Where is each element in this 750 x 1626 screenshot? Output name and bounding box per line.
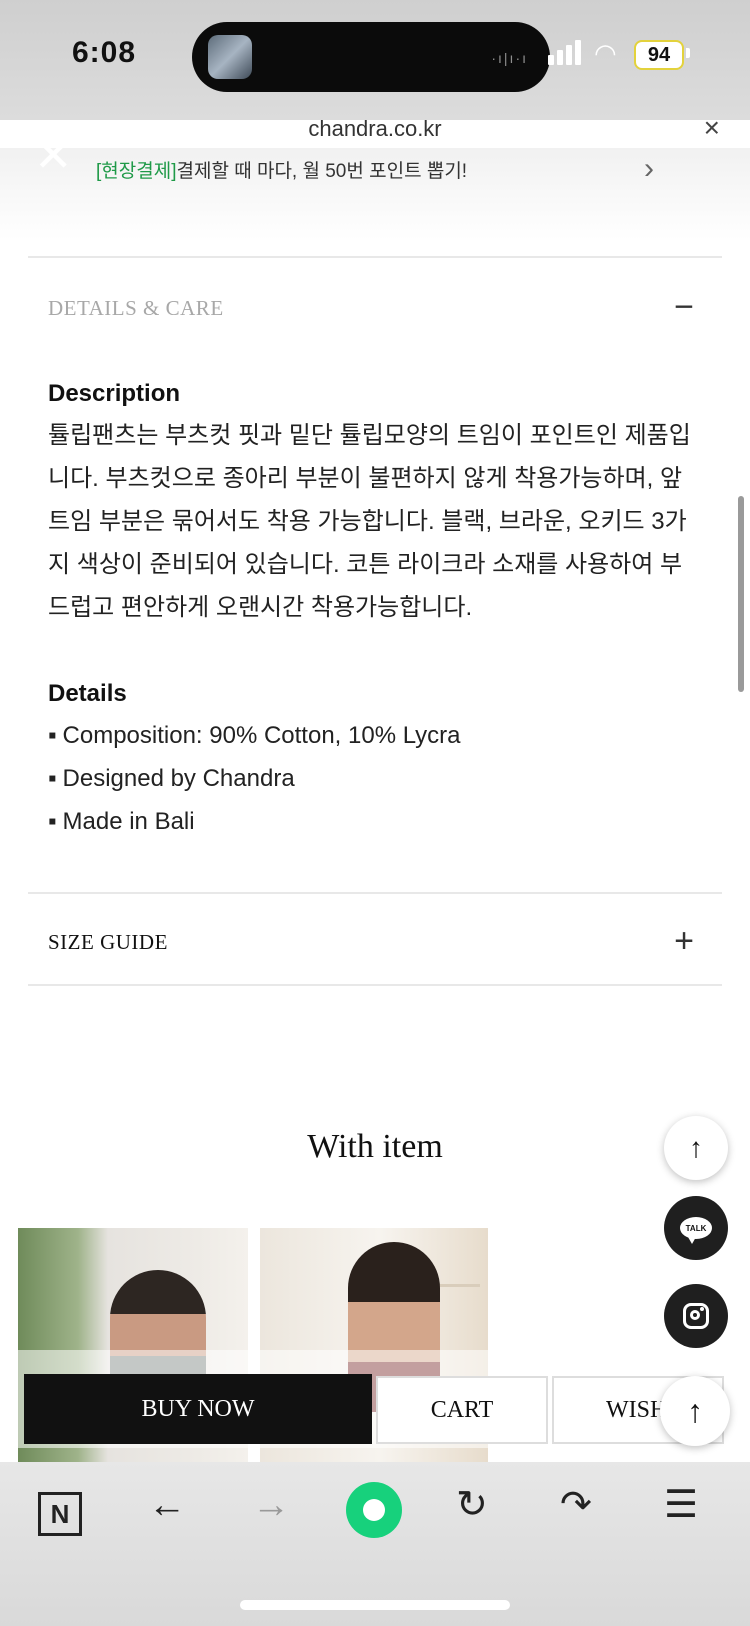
instagram-button[interactable] [664,1284,728,1348]
home-indicator[interactable] [240,1600,510,1610]
wifi-icon: ◠ [594,38,617,68]
share-icon[interactable]: ↷ [560,1486,592,1524]
back-arrow-icon[interactable]: ← [148,1486,186,1524]
plus-icon[interactable]: + [674,924,694,958]
dynamic-island: ·ı|ı·ı [192,22,550,92]
url-text[interactable]: chandra.co.kr [0,116,750,142]
instagram-icon [683,1303,709,1329]
menu-icon[interactable]: ☰ [664,1486,698,1524]
page-close-button[interactable]: ✕ [34,132,73,178]
arrow-up-icon: ↑ [687,1392,703,1429]
detail-composition: Composition: 90% Cotton, 10% Lycra [48,714,461,757]
detail-designer: Designed by Chandra [48,757,461,800]
buy-now-button[interactable]: BUY NOW [24,1374,372,1444]
size-guide-header[interactable]: SIZE GUIDE [48,930,168,955]
details-list: Composition: 90% Cotton, 10% Lycra Desig… [48,714,461,843]
home-icon[interactable] [346,1482,402,1538]
minus-icon[interactable]: − [674,290,694,324]
description-heading: Description [48,380,181,407]
scroll-top-button[interactable]: ↑ [660,1376,730,1446]
scrollbar[interactable] [738,496,744,692]
kakao-talk-icon: TALK [680,1217,712,1244]
detail-origin: Made in Bali [48,800,461,843]
refresh-icon[interactable]: ↻ [456,1486,488,1524]
chevron-right-icon[interactable]: › [644,152,654,186]
details-care-header[interactable]: DETAILS & CARE [48,296,224,321]
url-bar[interactable]: chandra.co.kr × [0,108,750,152]
forward-arrow-icon[interactable]: → [252,1486,290,1524]
kakao-talk-button[interactable]: TALK [664,1196,728,1260]
divider [28,256,722,258]
arrow-up-icon: ↑ [689,1132,703,1163]
description-text: 튤립팬츠는 부츠컷 핏과 밑단 튤립모양의 트임이 포인트인 제품입니다. 부츠… [48,422,691,621]
promo-highlight: [현장결제] [96,161,177,182]
audio-wave-icon: ·ı|ı·ı [491,50,528,66]
promo-text[interactable]: [현장결제]결제할 때 마다, 월 50번 포인트 뽑기! [96,156,467,183]
scroll-top-button[interactable]: ↑ [664,1116,728,1180]
clock: 6:08 [72,36,137,69]
promo-label: 결제할 때 마다, 월 50번 포인트 뽑기! [176,161,468,182]
battery-tip [686,48,690,58]
close-icon[interactable]: × [704,112,720,144]
now-playing-thumbnail [208,35,252,79]
status-bar: 6:08 ·ı|ı·ı ◠ 94 [0,0,750,120]
battery-indicator: 94 [634,40,684,70]
cart-button[interactable]: CART [376,1376,548,1444]
cellular-signal-icon [548,40,584,65]
details-heading: Details [48,680,127,707]
with-item-title: With item [307,1128,443,1165]
divider [28,892,722,894]
naver-icon[interactable]: N [38,1492,82,1536]
promo-banner[interactable]: [현장결제]결제할 때 마다, 월 50번 포인트 뽑기! › [0,148,750,240]
divider [28,984,722,986]
